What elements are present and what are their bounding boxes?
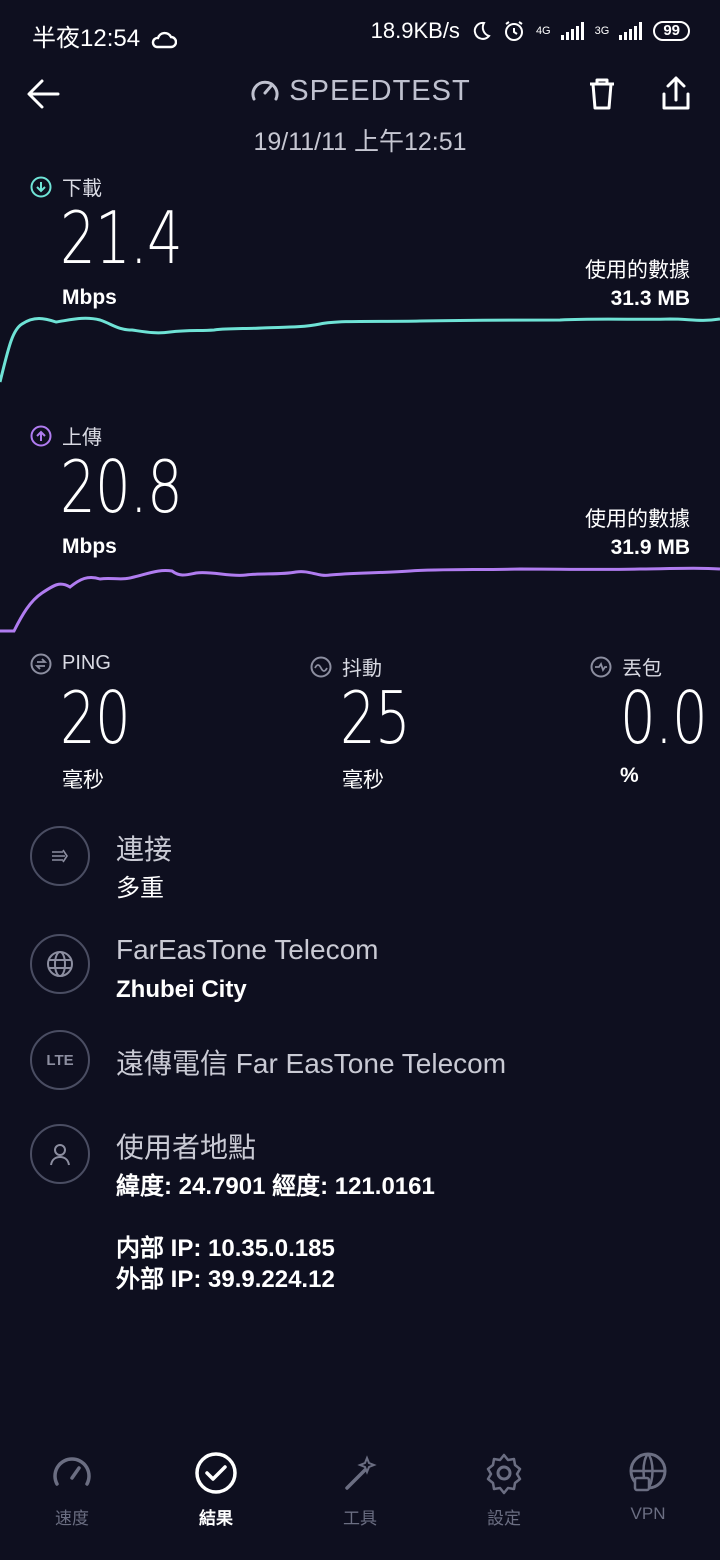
jitter-value: 25 xyxy=(340,676,411,760)
download-graph xyxy=(0,316,720,383)
upload-value: 20.8 xyxy=(60,445,183,529)
download-arrow-icon xyxy=(30,176,52,197)
user-icon xyxy=(30,1124,90,1184)
provider-title: 遠傳電信 Far EasTone Telecom xyxy=(116,1048,507,1079)
signal-icon xyxy=(560,22,584,40)
nav-settings-label: 設定 xyxy=(487,1509,521,1528)
upload-data-label: 使用的數據 xyxy=(585,508,690,531)
nav-speed-label: 速度 xyxy=(55,1509,89,1528)
status-right: 18.9KB/s 4G 3G 99 xyxy=(371,18,690,44)
packet-loss-icon xyxy=(590,656,612,677)
external-ip: 外部 IP: 39.9.224.12 xyxy=(116,1266,335,1293)
globe-icon xyxy=(30,934,90,994)
lte-icon: LTE xyxy=(30,1030,90,1090)
packet-loss-unit: % xyxy=(620,764,639,787)
check-circle-icon xyxy=(195,1452,237,1494)
cloud-icon xyxy=(151,31,177,48)
internal-ip: 内部 IP: 10.35.0.185 xyxy=(116,1235,335,1262)
test-date: 19/11/11 上午12:51 xyxy=(253,128,467,156)
nav-tools-label: 工具 xyxy=(343,1509,377,1528)
nav-vpn-label: VPN xyxy=(630,1504,666,1523)
location-coords: 緯度: 24.7901 經度: 121.0161 xyxy=(116,1173,435,1200)
connection-sub: 多重 xyxy=(116,875,164,902)
server-location: Zhubei City xyxy=(116,976,247,1003)
ping-value: 20 xyxy=(60,676,131,760)
trash-icon[interactable] xyxy=(578,70,626,118)
status-time: 半夜12:54 xyxy=(32,18,177,53)
connection-icon xyxy=(30,826,90,886)
jitter-icon xyxy=(310,656,332,677)
location-title: 使用者地點 xyxy=(116,1132,257,1163)
nav-tools[interactable]: 工具 xyxy=(288,1440,432,1560)
packet-loss-value: 0.0 xyxy=(620,676,708,760)
ping-label: PING xyxy=(30,652,111,675)
nav-results-label: 結果 xyxy=(199,1509,233,1528)
nav-results[interactable]: 結果 xyxy=(144,1440,288,1560)
moon-icon xyxy=(473,21,491,40)
vpn-globe-lock-icon xyxy=(629,1452,667,1492)
lte-icon-text: LTE xyxy=(46,1051,74,1069)
network-speed: 18.9KB/s xyxy=(370,18,460,43)
speedtest-logo-icon xyxy=(251,81,279,101)
ping-unit: 毫秒 xyxy=(62,769,104,792)
download-value: 21.4 xyxy=(60,196,183,280)
network-4g-label: 4G xyxy=(535,24,551,37)
nav-settings[interactable]: 設定 xyxy=(432,1440,576,1560)
status-time-text: 半夜12:54 xyxy=(32,25,141,52)
upload-data-used: 使用的數據 31.9 MB xyxy=(585,506,690,562)
magic-wand-icon xyxy=(345,1455,377,1490)
signal-icon-2 xyxy=(619,22,643,40)
battery-icon: 99 xyxy=(653,21,690,41)
upload-arrow-icon xyxy=(30,425,52,446)
nav-vpn[interactable]: VPN xyxy=(576,1440,720,1560)
bottom-nav: 速度 結果 工具 設定 VPN xyxy=(0,1440,720,1560)
ping-label-text: PING xyxy=(62,652,111,674)
upload-graph xyxy=(0,566,720,633)
speed-gauge-icon xyxy=(53,1457,91,1486)
jitter-unit: 毫秒 xyxy=(342,769,384,792)
gear-icon xyxy=(486,1453,522,1495)
connection-title: 連接 xyxy=(116,834,173,865)
network-3g-label: 3G xyxy=(594,24,610,37)
ping-icon xyxy=(30,653,52,674)
status-bar: 半夜12:54 18.9KB/s 4G 3G 99 xyxy=(0,0,720,64)
alarm-icon xyxy=(504,21,523,41)
share-icon[interactable] xyxy=(652,70,700,118)
server-title: FarEasTone Telecom xyxy=(116,934,379,965)
page-title-text: SPEEDTEST xyxy=(289,74,471,107)
nav-speed[interactable]: 速度 xyxy=(0,1440,144,1560)
download-data-label: 使用的數據 xyxy=(585,259,690,282)
